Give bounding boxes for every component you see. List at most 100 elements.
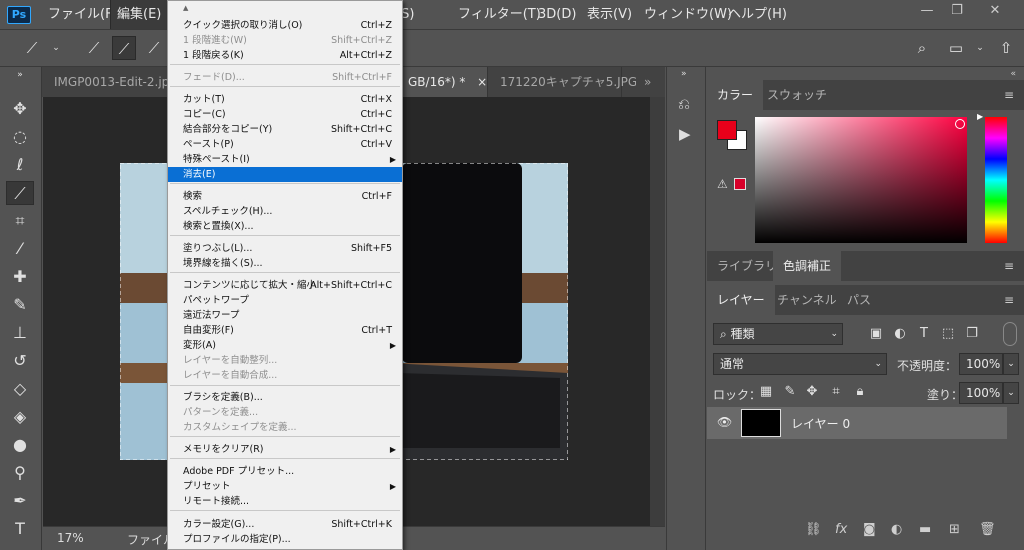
edit-menu-item[interactable]: 1 段階進む(W) Shift+Ctrl+Z xyxy=(168,33,402,48)
lock-position-icon[interactable]: ✥ xyxy=(803,384,821,399)
filter-toggle[interactable] xyxy=(1003,322,1017,346)
shape-filter-icon[interactable]: ⬚ xyxy=(939,326,957,341)
edit-menu-item[interactable]: メモリをクリア(R) ▶ xyxy=(168,442,402,457)
more-tabs-icon[interactable]: » xyxy=(636,67,665,97)
history-icon[interactable]: ⎌ xyxy=(678,95,690,113)
visibility-eye-icon[interactable]: 👁︎ xyxy=(717,415,732,429)
edit-menu-item[interactable]: プロファイルの指定(P)... xyxy=(168,532,402,547)
type-filter-icon[interactable]: T xyxy=(915,326,933,341)
pixel-filter-icon[interactable]: ▣ xyxy=(867,326,885,341)
hue-slider-handle-icon[interactable]: ▶ xyxy=(977,112,983,121)
edit-menu-item[interactable]: コンテンツに応じて拡大・縮小 Alt+Shift+Ctrl+C xyxy=(168,278,402,293)
link-layers-icon[interactable]: ⛓︎ xyxy=(805,522,822,537)
edit-menu-item[interactable]: パペットワープ xyxy=(168,293,402,308)
edit-menu-item[interactable]: カスタムシェイプを定義... xyxy=(168,420,402,435)
tab-color[interactable]: カラー xyxy=(707,80,764,110)
edit-menu-item[interactable]: レイヤーを自動合成... xyxy=(168,368,402,383)
tab-adjustments[interactable]: 色調補正 xyxy=(773,251,842,281)
lasso-tool-icon[interactable]: ℓ xyxy=(6,153,34,177)
move-tool-icon[interactable]: ✥ xyxy=(6,97,34,121)
warning-icon[interactable]: ⚠ xyxy=(717,177,728,191)
quick-select-tool-preset-icon[interactable]: ⟋ xyxy=(20,36,44,60)
edit-menu-item[interactable]: 遠近法ワープ xyxy=(168,308,402,323)
chevron-down-icon[interactable]: ⌄ xyxy=(968,36,992,60)
panel-menu-icon[interactable]: ≡ xyxy=(1004,293,1016,307)
restore-icon[interactable]: ❐ xyxy=(940,0,974,22)
share-icon[interactable]: ⇧ xyxy=(994,36,1018,60)
edit-menu-item[interactable]: レイヤーを自動整列... xyxy=(168,353,402,368)
lock-all-icon[interactable]: 🔒︎ xyxy=(851,384,869,399)
fill-input[interactable]: 100% xyxy=(959,382,1003,404)
layer-row[interactable]: 👁︎ レイヤー 0 xyxy=(707,407,1007,439)
add-to-selection-icon[interactable]: ⟋ xyxy=(112,36,136,60)
chevron-down-icon[interactable]: ⌄ xyxy=(1003,382,1019,404)
scroll-up-icon[interactable]: ▲ xyxy=(183,4,188,12)
smart-object-filter-icon[interactable]: ❐ xyxy=(963,326,981,341)
vertical-scrollbar[interactable] xyxy=(650,97,665,526)
new-selection-icon[interactable]: ⟋ xyxy=(82,36,106,60)
edit-menu-item[interactable]: 塗りつぶし(L)... Shift+F5 xyxy=(168,241,402,256)
edit-menu-item[interactable]: Adobe PDF プリセット... xyxy=(168,464,402,479)
edit-menu-item[interactable]: フェード(D)... Shift+Ctrl+F xyxy=(168,70,402,85)
chevron-down-icon[interactable]: ⌄ xyxy=(44,36,68,60)
menu-help[interactable]: ヘルプ(H) xyxy=(722,0,793,29)
blend-mode-select[interactable]: 通常 ⌄ xyxy=(713,353,887,375)
subtract-selection-icon[interactable]: ⟋ xyxy=(142,36,166,60)
edit-menu-item[interactable]: プリセット ▶ xyxy=(168,479,402,494)
eraser-tool-icon[interactable]: ◇ xyxy=(6,377,34,401)
hue-slider[interactable] xyxy=(985,117,1007,243)
panel-menu-icon[interactable]: ≡ xyxy=(1004,259,1016,273)
tab-paths[interactable]: パス xyxy=(837,285,881,315)
marquee-tool-icon[interactable]: ◌ xyxy=(6,125,34,149)
edit-menu-item[interactable]: 変形(A) ▶ xyxy=(168,338,402,353)
opacity-input[interactable]: 100% xyxy=(959,353,1003,375)
new-layer-icon[interactable]: ⊞ xyxy=(949,522,960,537)
edit-menu-item[interactable]: ペースト(P) Ctrl+V xyxy=(168,137,402,152)
brush-tool-icon[interactable]: ✎ xyxy=(6,293,34,317)
edit-menu-item[interactable]: リモート接続... xyxy=(168,494,402,509)
tab-active-document[interactable]: GB/16*) * × xyxy=(396,67,488,97)
edit-menu-item[interactable]: 自由変形(F) Ctrl+T xyxy=(168,323,402,338)
edit-menu-item[interactable]: 検索 Ctrl+F xyxy=(168,189,402,204)
add-mask-icon[interactable]: ◙ xyxy=(863,522,876,537)
quick-select-tool-icon[interactable]: ⟋ xyxy=(6,181,34,205)
lock-transparent-icon[interactable]: ▦ xyxy=(757,384,775,399)
edit-menu-item[interactable]: スペルチェック(H)... xyxy=(168,204,402,219)
edit-menu-item[interactable]: ブラシを定義(B)... xyxy=(168,390,402,405)
tab-layers[interactable]: レイヤー xyxy=(707,285,775,315)
menu-edit[interactable]: 編集(E) xyxy=(109,0,169,30)
gamut-color-swatch[interactable] xyxy=(734,178,746,190)
panel-menu-icon[interactable]: ≡ xyxy=(1004,88,1016,102)
adjustment-filter-icon[interactable]: ◐ xyxy=(891,326,909,341)
new-group-icon[interactable]: ▬ xyxy=(919,522,931,537)
healing-brush-icon[interactable]: ✚ xyxy=(6,265,34,289)
menu-3d[interactable]: 3D(D) xyxy=(532,0,582,29)
tab-swatches[interactable]: スウォッチ xyxy=(757,80,837,110)
history-brush-icon[interactable]: ↺ xyxy=(6,349,34,373)
lock-image-icon[interactable]: ✎ xyxy=(781,384,799,399)
edit-menu-item[interactable]: コピー(C) Ctrl+C xyxy=(168,107,402,122)
collapse-icon[interactable]: » xyxy=(6,69,34,81)
paint-bucket-icon[interactable]: ◈ xyxy=(6,405,34,429)
edit-menu-item[interactable]: 1 段階戻る(K) Alt+Ctrl+Z xyxy=(168,48,402,63)
foreground-color-swatch[interactable] xyxy=(717,120,737,140)
tab-channels[interactable]: チャンネル xyxy=(767,285,847,315)
zoom-level[interactable]: 17% xyxy=(57,531,84,545)
layer-filter-select[interactable]: ⌕ 種類 ⌄ xyxy=(713,323,843,345)
edit-menu-item[interactable]: カラー設定(G)... Shift+Ctrl+K xyxy=(168,517,402,532)
fx-icon[interactable]: fx xyxy=(835,522,847,537)
type-tool-icon[interactable]: T xyxy=(6,517,34,541)
layer-name[interactable]: レイヤー 0 xyxy=(791,415,850,432)
delete-layer-icon[interactable]: 🗑︎ xyxy=(979,522,996,537)
close-icon[interactable]: ✕ xyxy=(978,0,1012,22)
dodge-tool-icon[interactable]: ⚲ xyxy=(6,461,34,485)
menu-view[interactable]: 表示(V) xyxy=(581,0,638,29)
color-field[interactable] xyxy=(755,117,967,243)
workspace-icon[interactable]: ▭ xyxy=(944,36,968,60)
tab-capture[interactable]: 171220キャプチャ5.JPG xyxy=(488,67,637,97)
edit-menu-item[interactable]: 検索と置換(X)... xyxy=(168,219,402,234)
crop-tool-icon[interactable]: ⌗ xyxy=(6,209,34,233)
search-icon[interactable]: ⌕ xyxy=(910,36,934,60)
edit-menu-item[interactable]: 特殊ペースト(I) ▶ xyxy=(168,152,402,167)
minimize-icon[interactable]: — xyxy=(910,0,944,22)
